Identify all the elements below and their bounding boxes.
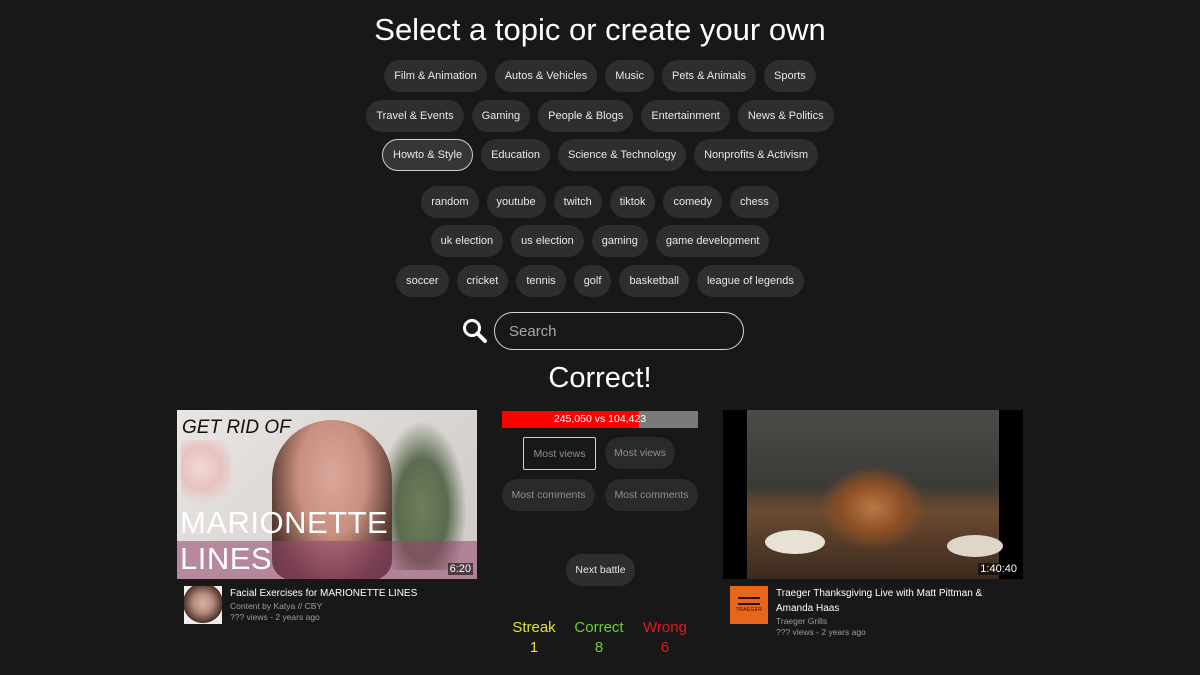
tag-chip-random[interactable]: random	[421, 186, 479, 218]
next-battle-button[interactable]: Next battle	[566, 554, 635, 586]
wrong-label: Wrong	[643, 619, 687, 636]
plate-decoration	[765, 530, 825, 554]
video-title[interactable]: Facial Exercises for MARIONETTE LINES	[230, 587, 417, 601]
tag-chip-tennis[interactable]: tennis	[516, 265, 566, 297]
page-title: Select a topic or create your own	[374, 12, 826, 47]
left-most-views-button[interactable]: Most views	[523, 437, 596, 470]
correct-label: Correct	[574, 619, 624, 636]
video-duration: 6:20	[447, 563, 473, 575]
category-chip-science-and-technology[interactable]: Science & Technology	[558, 139, 687, 171]
category-chip-education[interactable]: Education	[481, 139, 551, 171]
video-duration: 1:40:40	[978, 563, 1019, 575]
thumbnail-big-text: MARIONETTE LINES	[180, 505, 389, 576]
tag-row: soccer cricket tennis golf basketball league …	[0, 265, 1200, 297]
channel-name[interactable]: Content by Katya // CBY	[230, 601, 417, 612]
magnifier-icon[interactable]	[462, 318, 488, 344]
result-message: Correct!	[548, 362, 652, 394]
correct-value: 8	[594, 639, 604, 656]
right-video-meta: TRAEGER Traeger Thanksgiving Live with M…	[730, 586, 982, 638]
tag-chip-golf[interactable]: golf	[573, 265, 612, 297]
tag-row: random youtube twitch tiktok comedy chess	[0, 186, 1200, 218]
tag-chip-comedy[interactable]: comedy	[663, 186, 723, 218]
tag-chip-gaming[interactable]: gaming	[591, 225, 648, 257]
right-video-thumbnail[interactable]: 1:40:40	[723, 410, 1023, 579]
video-title-line1[interactable]: Traeger Thanksgiving Live with Matt Pitt…	[776, 587, 982, 601]
streak-value: 1	[529, 639, 539, 656]
views-progress-bar: 245,050 vs 104,423	[502, 411, 698, 428]
category-chip-pets-and-animals[interactable]: Pets & Animals	[662, 60, 756, 92]
category-chip-people-and-blogs[interactable]: People & Blogs	[538, 100, 634, 132]
progress-label: 245,050 vs 104,423	[553, 413, 647, 425]
thumbnail-top-text: GET RID OF	[182, 417, 291, 438]
right-most-views-button[interactable]: Most views	[605, 437, 675, 469]
video-title-line2[interactable]: Amanda Haas	[776, 602, 982, 616]
streak-stat: Streak 1	[499, 618, 569, 658]
category-chip-gaming[interactable]: Gaming	[471, 100, 531, 132]
tag-chip-youtube[interactable]: youtube	[486, 186, 546, 218]
video-stats: ??? views - 2 years ago	[776, 627, 866, 637]
traeger-logo-icon	[738, 597, 760, 605]
wrong-value: 6	[660, 639, 670, 656]
category-row: Howto & Style Education Science & Technolo…	[0, 139, 1200, 171]
search-input[interactable]	[494, 312, 744, 350]
tag-chip-game-development[interactable]: game development	[655, 225, 770, 257]
category-chip-news-and-politics[interactable]: News & Politics	[737, 100, 834, 132]
category-chip-film-and-animation[interactable]: Film & Animation	[384, 60, 487, 92]
category-chip-travel-and-events[interactable]: Travel & Events	[366, 100, 464, 132]
category-chip-autos-and-vehicles[interactable]: Autos & Vehicles	[494, 60, 598, 92]
category-chip-howto-and-style[interactable]: Howto & Style	[382, 139, 474, 171]
channel-name[interactable]: Traeger Grills	[776, 616, 982, 627]
category-row: Film & Animation Autos & Vehicles Music Pet…	[0, 60, 1200, 92]
video-stats: ??? views - 2 years ago	[230, 612, 320, 622]
right-most-comments-button[interactable]: Most comments	[605, 479, 698, 511]
tag-chip-soccer[interactable]: soccer	[396, 265, 449, 297]
tag-chip-tiktok[interactable]: tiktok	[609, 186, 656, 218]
category-row: Travel & Events Gaming People & Blogs Enter…	[0, 100, 1200, 132]
turkey-image	[747, 410, 1003, 579]
tag-row: uk election us election gaming game develop…	[0, 225, 1200, 257]
wrong-stat: Wrong 6	[630, 618, 700, 658]
correct-stat: Correct 8	[564, 618, 634, 658]
streak-label: Streak	[512, 619, 556, 636]
channel-avatar[interactable]	[184, 586, 222, 624]
tag-chip-cricket[interactable]: cricket	[456, 265, 509, 297]
left-video-meta: Facial Exercises for MARIONETTE LINES Co…	[184, 586, 417, 624]
avatar-logo-text: TRAEGER	[735, 607, 763, 613]
flowers-decoration	[181, 440, 231, 510]
plate-decoration	[947, 535, 1003, 557]
tag-chip-chess[interactable]: chess	[730, 186, 779, 218]
category-chip-music[interactable]: Music	[605, 60, 655, 92]
tag-chip-basketball[interactable]: basketball	[619, 265, 689, 297]
left-video-thumbnail[interactable]: GET RID OF MARIONETTE LINES 6:20	[177, 410, 477, 579]
tag-chip-uk-election[interactable]: uk election	[430, 225, 504, 257]
category-chip-sports[interactable]: Sports	[764, 60, 816, 92]
tag-chip-twitch[interactable]: twitch	[553, 186, 602, 218]
category-chip-nonprofits-and-activism[interactable]: Nonprofits & Activism	[694, 139, 818, 171]
search-bar	[462, 312, 744, 350]
channel-avatar[interactable]: TRAEGER	[730, 586, 768, 624]
left-most-comments-button[interactable]: Most comments	[502, 479, 595, 511]
category-chip-entertainment[interactable]: Entertainment	[641, 100, 730, 132]
tag-chip-league-of-legends[interactable]: league of legends	[696, 265, 804, 297]
tag-chip-us-election[interactable]: us election	[511, 225, 584, 257]
